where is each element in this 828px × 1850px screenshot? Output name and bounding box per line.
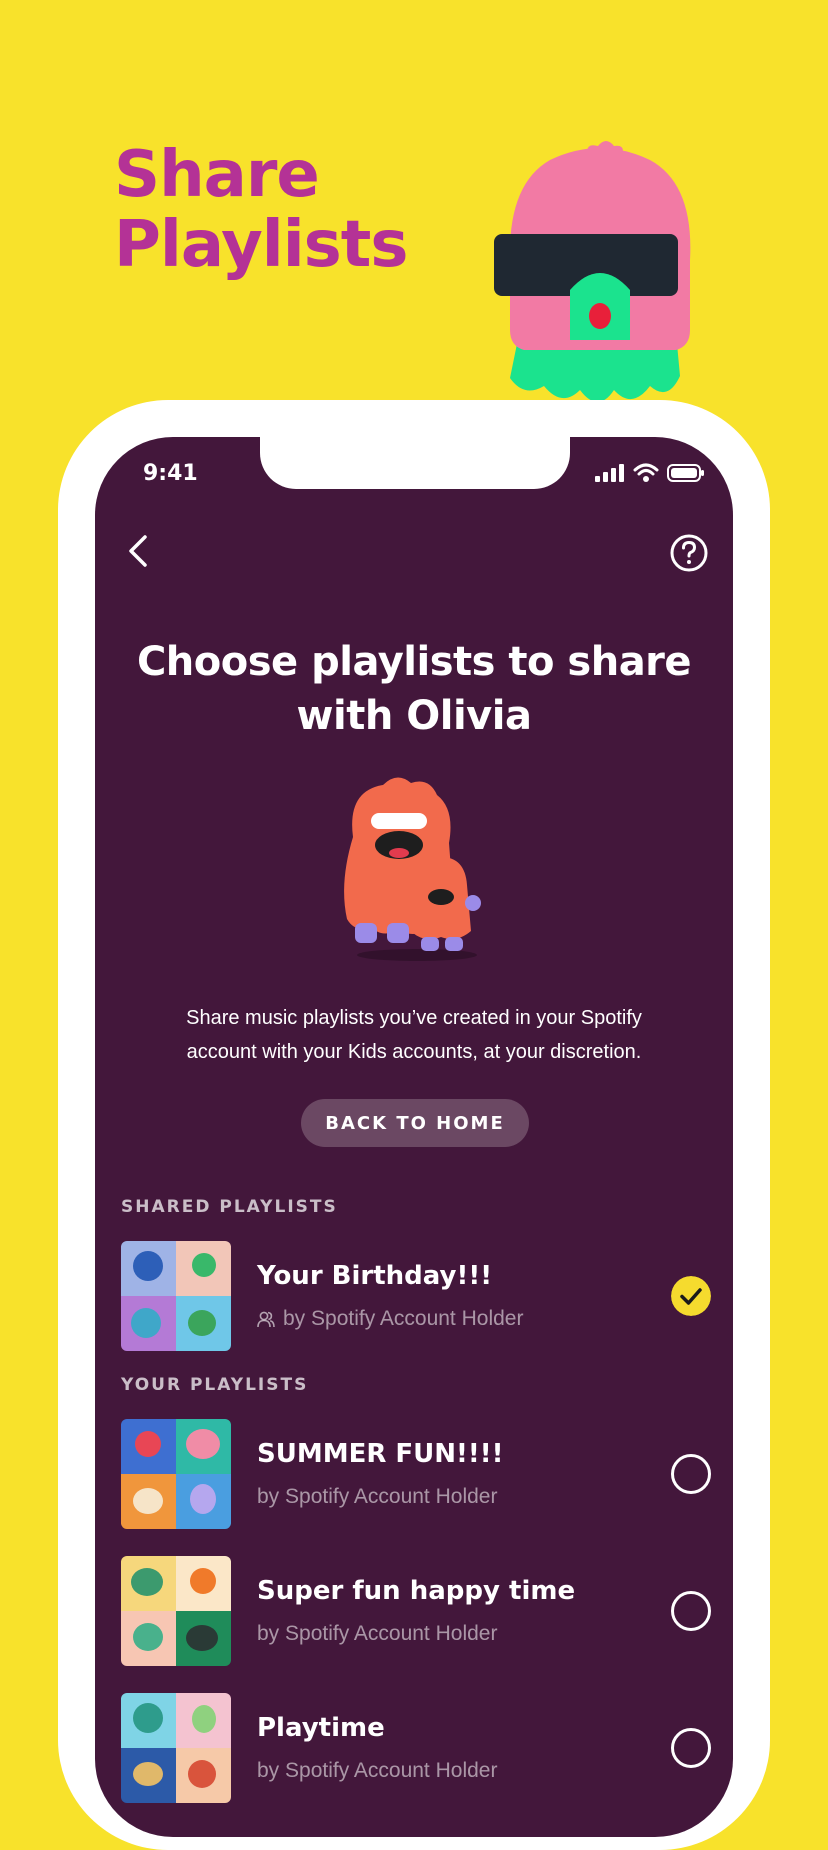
playlist-row-super-fun-happy-time[interactable]: Super fun happy time by Spotify Account … (121, 1556, 711, 1666)
status-time: 9:41 (143, 461, 198, 486)
playlist-name: SUMMER FUN!!!! (257, 1439, 504, 1469)
monsters-illustration (344, 777, 481, 961)
playlist-owner: by Spotify Account Holder (257, 1485, 498, 1508)
your-playlists-heading: YOUR PLAYLISTS (121, 1375, 309, 1395)
unselected-checkbox[interactable] (671, 1728, 711, 1768)
promo-title: Share Playlists (114, 138, 408, 282)
playlist-cover (121, 1693, 231, 1803)
playlist-cover (121, 1241, 231, 1351)
shared-playlists-heading: SHARED PLAYLISTS (121, 1197, 338, 1217)
page-title-line-1: Choose playlists to share (136, 639, 692, 685)
playlist-owner-text: by Spotify Account Holder (283, 1307, 524, 1330)
account-holder-icon (257, 1311, 275, 1328)
help-button[interactable] (669, 533, 709, 573)
description-line-1: Share music playlists you’ve created in … (186, 1007, 642, 1029)
description: Share music playlists you’ve created in … (125, 1001, 703, 1069)
playlist-owner: by Spotify Account Holder (257, 1622, 498, 1645)
playlist-name: Playtime (257, 1713, 385, 1743)
battery-icon (667, 464, 704, 482)
playlist-row-summer-fun[interactable]: SUMMER FUN!!!! by Spotify Account Holder (121, 1419, 711, 1529)
back-to-home-button[interactable]: BACK TO HOME (301, 1099, 529, 1147)
playlist-owner: by Spotify Account Holder (257, 1759, 498, 1782)
question-circle-icon (670, 534, 708, 572)
phone-notch (260, 437, 570, 489)
description-line-2: account with your Kids accounts, at your… (186, 1041, 642, 1063)
playlist-owner: by Spotify Account Holder (257, 1307, 523, 1331)
promo-title-line-1: Share (114, 138, 320, 212)
app-screen: 9:41 Choose playlists to share with Oliv… (95, 437, 733, 1837)
wifi-icon (633, 463, 659, 482)
chevron-left-icon (129, 535, 147, 567)
playlist-name: Super fun happy time (257, 1576, 576, 1606)
playlist-cover (121, 1556, 231, 1666)
page-title: Choose playlists to share with Olivia (115, 635, 713, 743)
playlist-row-playtime[interactable]: Playtime by Spotify Account Holder (121, 1693, 711, 1803)
unselected-checkbox[interactable] (671, 1454, 711, 1494)
promo-title-line-2: Playlists (114, 208, 408, 282)
playlist-name: Your Birthday!!! (257, 1261, 493, 1291)
sunglasses-mascot-illustration (494, 141, 691, 402)
page-title-line-2: with Olivia (296, 693, 532, 739)
status-icons (595, 463, 705, 483)
unselected-checkbox[interactable] (671, 1591, 711, 1631)
back-button[interactable] (121, 533, 157, 569)
cellular-signal-icon (595, 464, 624, 482)
playlist-row-your-birthday[interactable]: Your Birthday!!! by Spotify Account Hold… (121, 1241, 711, 1351)
selected-checkbox[interactable] (671, 1276, 711, 1316)
playlist-cover (121, 1419, 231, 1529)
